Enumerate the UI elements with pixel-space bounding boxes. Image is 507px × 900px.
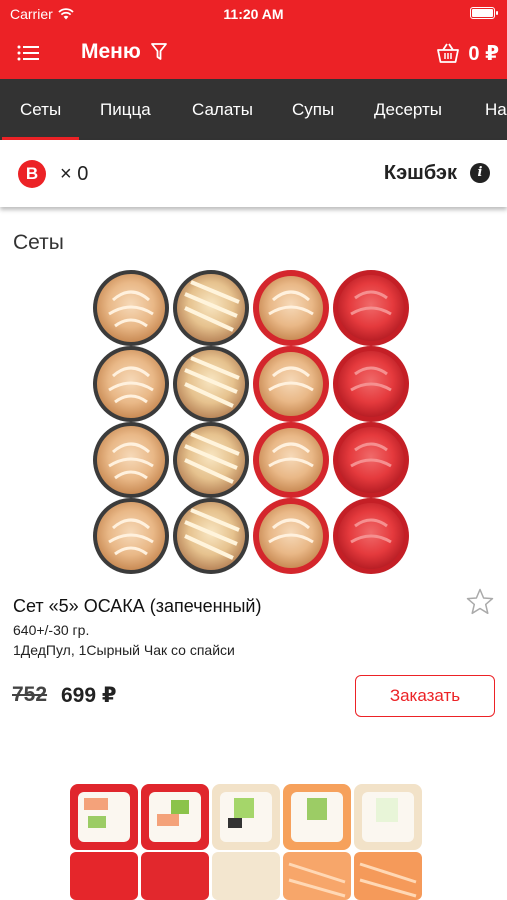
section-title: Сеты [13, 231, 64, 254]
product-image[interactable] [85, 268, 420, 581]
tab-pizza[interactable]: Пицца [100, 79, 151, 140]
category-tabs: Сеты Пицца Салаты Супы Десерты На [0, 79, 507, 140]
tab-salads[interactable]: Салаты [192, 79, 253, 140]
info-icon[interactable]: i [470, 163, 490, 183]
order-button[interactable]: Заказать [355, 675, 495, 717]
current-price: 699 ₽ [61, 684, 117, 707]
product-image-2[interactable] [62, 778, 427, 900]
cart-button[interactable]: 0 ₽ [436, 38, 499, 68]
product-name[interactable]: Сет «5» ОСАКА (запеченный) [13, 596, 261, 617]
tab-desserts[interactable]: Десерты [374, 79, 442, 140]
cart-total: 0 ₽ [468, 42, 499, 65]
tab-next[interactable]: На [485, 79, 507, 140]
tab-soups[interactable]: Супы [292, 79, 334, 140]
product-description: 1ДедПул, 1Сырный Чак со спайси [13, 642, 235, 658]
cashback-label: Кэшбэк [383, 162, 457, 184]
old-price: 752 [12, 683, 48, 706]
bonus-badge-icon: B [18, 160, 46, 188]
tab-sets[interactable]: Сеты [1, 79, 80, 140]
status-bar: Carrier 11:20 AM [0, 0, 507, 28]
star-favorite-icon[interactable] [465, 587, 495, 617]
battery-icon [470, 7, 498, 19]
menu-list-icon[interactable] [16, 41, 40, 65]
nav-bar: Меню 0 ₽ [0, 28, 507, 79]
product-weight: 640+/-30 гр. [13, 622, 90, 638]
cashback-bar: B × 0 Кэшбэк i [0, 140, 507, 207]
page-title: Меню [81, 40, 141, 63]
filter-icon[interactable] [150, 42, 168, 62]
clock: 11:20 AM [223, 6, 284, 22]
bonus-count: × 0 [60, 163, 89, 185]
basket-icon [437, 43, 460, 63]
